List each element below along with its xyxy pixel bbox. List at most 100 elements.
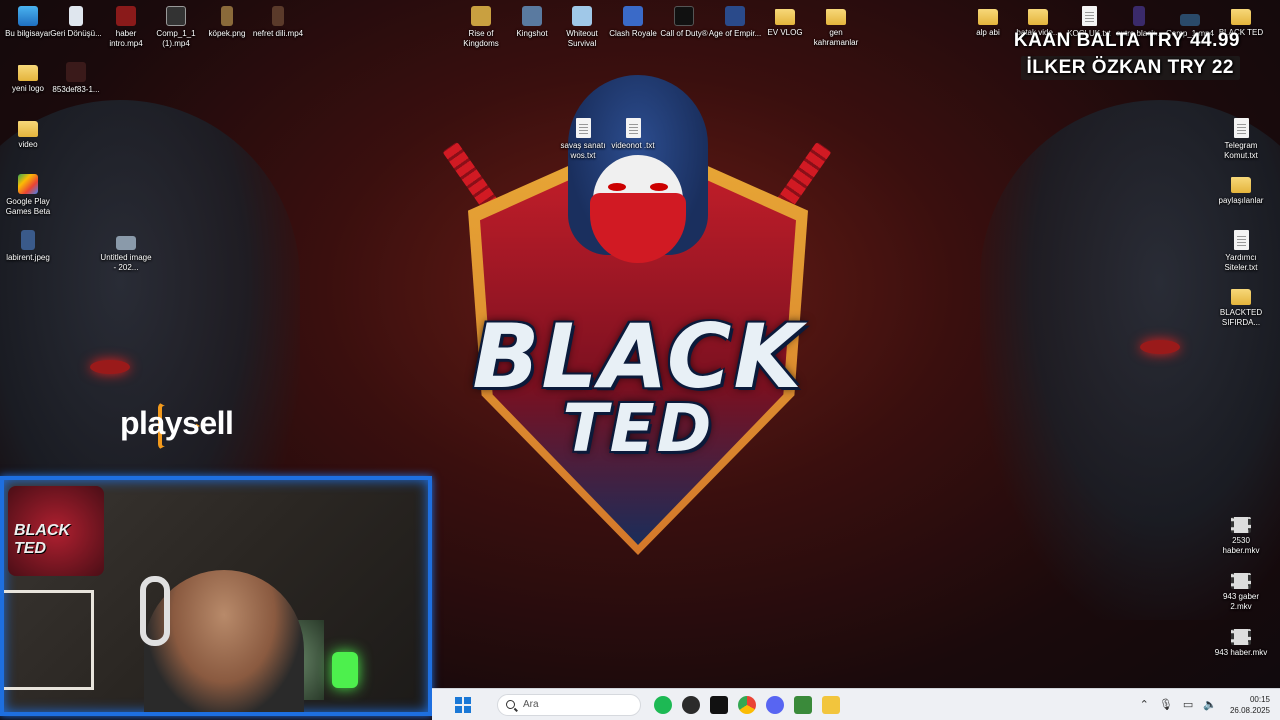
webcam-poster: BLACK TED xyxy=(8,486,104,576)
folder-icon xyxy=(826,9,846,25)
chrome-icon[interactable] xyxy=(738,695,756,714)
video-file-icon xyxy=(116,6,136,26)
start-button[interactable] xyxy=(452,694,474,716)
spotify-icon[interactable] xyxy=(654,695,672,714)
desktop-icon-whiteout-survival[interactable]: Whiteout Survival xyxy=(554,6,610,49)
text-file-icon xyxy=(625,118,641,138)
desktop-icon-label: paylaşılanlar xyxy=(1218,196,1264,205)
desktop-icon-kingshot[interactable]: Kingshot xyxy=(504,6,560,39)
desktop-icon-label: nefret dili.mp4 xyxy=(252,29,304,38)
folder-icon xyxy=(1231,9,1251,25)
desktop-icon-age-of-empires[interactable]: Age of Empir... xyxy=(707,6,763,39)
desktop-icon-label: Call of Duty® xyxy=(660,29,708,38)
desktop-icon-paylasilanlar[interactable]: paylaşılanlar xyxy=(1213,174,1269,206)
desktop-icon-label: 943 gaber 2.mkv xyxy=(1222,592,1260,611)
desktop-icon-clash-royale[interactable]: Clash Royale xyxy=(605,6,661,39)
desktop-icon-yardimci-siteler[interactable]: Yardımcı Siteler.txt xyxy=(1213,230,1269,273)
desktop-icon-label: Kingshot xyxy=(516,29,548,38)
file-explorer-icon[interactable] xyxy=(822,695,840,714)
desktop-icon-ev-vlog[interactable]: EV VLOG xyxy=(757,6,813,38)
folder-icon xyxy=(1231,289,1251,305)
ninja-eye xyxy=(650,183,668,191)
desktop-icon-label: video xyxy=(18,140,38,149)
desktop-icon-comp-1-1[interactable]: Comp_1_1 (1).mp4 xyxy=(148,6,204,49)
chevron-up-icon[interactable]: ⌃ xyxy=(1140,698,1149,711)
obs-icon[interactable] xyxy=(682,695,700,714)
desktop-icon-label: 853def83-1... xyxy=(52,85,100,94)
desktop-icon-label: Comp_1_1 (1).mp4 xyxy=(156,29,196,48)
folder-icon xyxy=(1231,177,1251,193)
desktop-icon-call-of-duty[interactable]: Call of Duty® xyxy=(656,6,712,39)
wallpaper-eye xyxy=(1140,340,1180,354)
desktop-icon-label: savaş sanatı wos.txt xyxy=(560,141,606,160)
taskbar-apps xyxy=(649,695,845,714)
video-file-icon xyxy=(272,6,284,26)
desktop-icon-haber-intro[interactable]: haber intro.mp4 xyxy=(98,6,154,49)
taskbar-clock[interactable]: 00:15 26.08.2025 xyxy=(1230,694,1270,716)
microphone-icon[interactable]: 🎙 xyxy=(1159,698,1173,711)
desktop-icon-label: BLACKTED SIFIRDA... xyxy=(1219,308,1263,327)
desktop-icon-recycle-bin[interactable]: Geri Dönüşü... xyxy=(48,6,104,39)
clock-time: 00:15 xyxy=(1249,694,1270,704)
donation-alert-1: KAAN BALTA TRY 44.99 xyxy=(1013,30,1240,51)
desktop-icon-label: haber intro.mp4 xyxy=(109,29,143,48)
recycle-bin-icon xyxy=(69,6,83,26)
desktop-icon-telegram-komut[interactable]: Telegram Komut.txt xyxy=(1213,118,1269,161)
webcam-poster-text: BLACK TED xyxy=(14,522,70,557)
age-of-empires-icon xyxy=(725,6,745,26)
folder-icon xyxy=(1028,9,1048,25)
taskbar: Ara ⌃ 🎙 ▭ 🔈 00:15 26.08.2025 xyxy=(432,688,1280,720)
desktop-icon-943-gaber-2[interactable]: 943 gaber 2.mkv xyxy=(1213,570,1269,612)
image-file-icon xyxy=(116,236,136,250)
system-tray: ⌃ 🎙 ▭ 🔈 00:15 26.08.2025 xyxy=(1135,694,1280,716)
desktop-icon-label: Telegram Komut.txt xyxy=(1224,141,1258,160)
clash-royale-icon xyxy=(623,6,643,26)
desktop-icon-label: Geri Dönüşü... xyxy=(50,29,102,38)
desktop-icon-labirent[interactable]: labirent.jpeg xyxy=(0,230,56,263)
whiteout-survival-icon xyxy=(572,6,592,26)
text-file-icon xyxy=(575,118,591,138)
desktop-icon-rise-of-kingdoms[interactable]: Rise of Kingdoms xyxy=(453,6,509,49)
monitor-icon xyxy=(18,6,38,26)
capcut-icon[interactable] xyxy=(710,695,728,714)
desktop-icon-label: 943 haber.mkv xyxy=(1214,648,1268,657)
clock-date: 26.08.2025 xyxy=(1229,705,1270,715)
desktop-icon-label: Bu bilgisayar xyxy=(5,29,51,38)
video-file-icon xyxy=(1180,14,1200,26)
windows-icon xyxy=(455,696,471,713)
video-file-icon xyxy=(1231,517,1251,533)
microphone-light xyxy=(332,652,358,688)
video-file-icon xyxy=(166,6,186,26)
display-icon[interactable]: ▭ xyxy=(1183,698,1193,711)
desktop-icon-blackted-sifirda[interactable]: BLACKTED SIFIRDA... xyxy=(1213,286,1269,328)
volume-icon[interactable]: 🔈 xyxy=(1203,698,1217,711)
desktop-icon-kopek[interactable]: köpek.png xyxy=(199,6,255,39)
webcam-shelf xyxy=(4,590,94,690)
desktop-icon-gen-kahramanlar[interactable]: gen kahramanlar xyxy=(808,6,864,48)
desktop-icon-untitled-image[interactable]: Untitled image - 202... xyxy=(98,230,154,273)
desktop-icon-label: Untitled image - 202... xyxy=(100,253,152,272)
desktop-icon-label: 2530 haber.mkv xyxy=(1222,536,1260,555)
desktop-icon-2530-haber[interactable]: 2530 haber.mkv xyxy=(1213,514,1269,556)
image-file-icon xyxy=(21,230,35,250)
desktop-icon-label: Yardımcı Siteler.txt xyxy=(1224,253,1258,272)
desktop-icon-label: gen kahramanlar xyxy=(813,28,859,47)
search-icon xyxy=(506,700,515,709)
text-file-icon xyxy=(1081,6,1097,26)
kingshot-icon xyxy=(522,6,542,26)
desktop-icon-google-play-games[interactable]: Google Play Games Beta xyxy=(0,174,56,217)
folder-icon xyxy=(18,65,38,81)
desktop-icon-label: EV VLOG xyxy=(767,28,803,37)
desktop-icon-video[interactable]: video xyxy=(0,118,56,150)
sponsor-logo: playsell xyxy=(120,405,234,441)
video-file-icon xyxy=(1231,573,1251,589)
desktop-icon-videonot[interactable]: videonot .txt xyxy=(605,118,661,151)
game-launcher-icon[interactable] xyxy=(794,695,812,714)
desktop-icon-alp-abi[interactable]: alp abi xyxy=(960,6,1016,38)
desktop-icon-943-haber[interactable]: 943 haber.mkv xyxy=(1213,626,1269,658)
desktop-icon-853def83[interactable]: 853def83-1... xyxy=(48,62,104,95)
desktop-icon-savas-sanati[interactable]: savaş sanatı wos.txt xyxy=(555,118,611,161)
taskbar-search[interactable]: Ara xyxy=(497,693,641,716)
discord-icon[interactable] xyxy=(766,695,784,714)
desktop-icon-nefret-dili[interactable]: nefret dili.mp4 xyxy=(250,6,306,39)
